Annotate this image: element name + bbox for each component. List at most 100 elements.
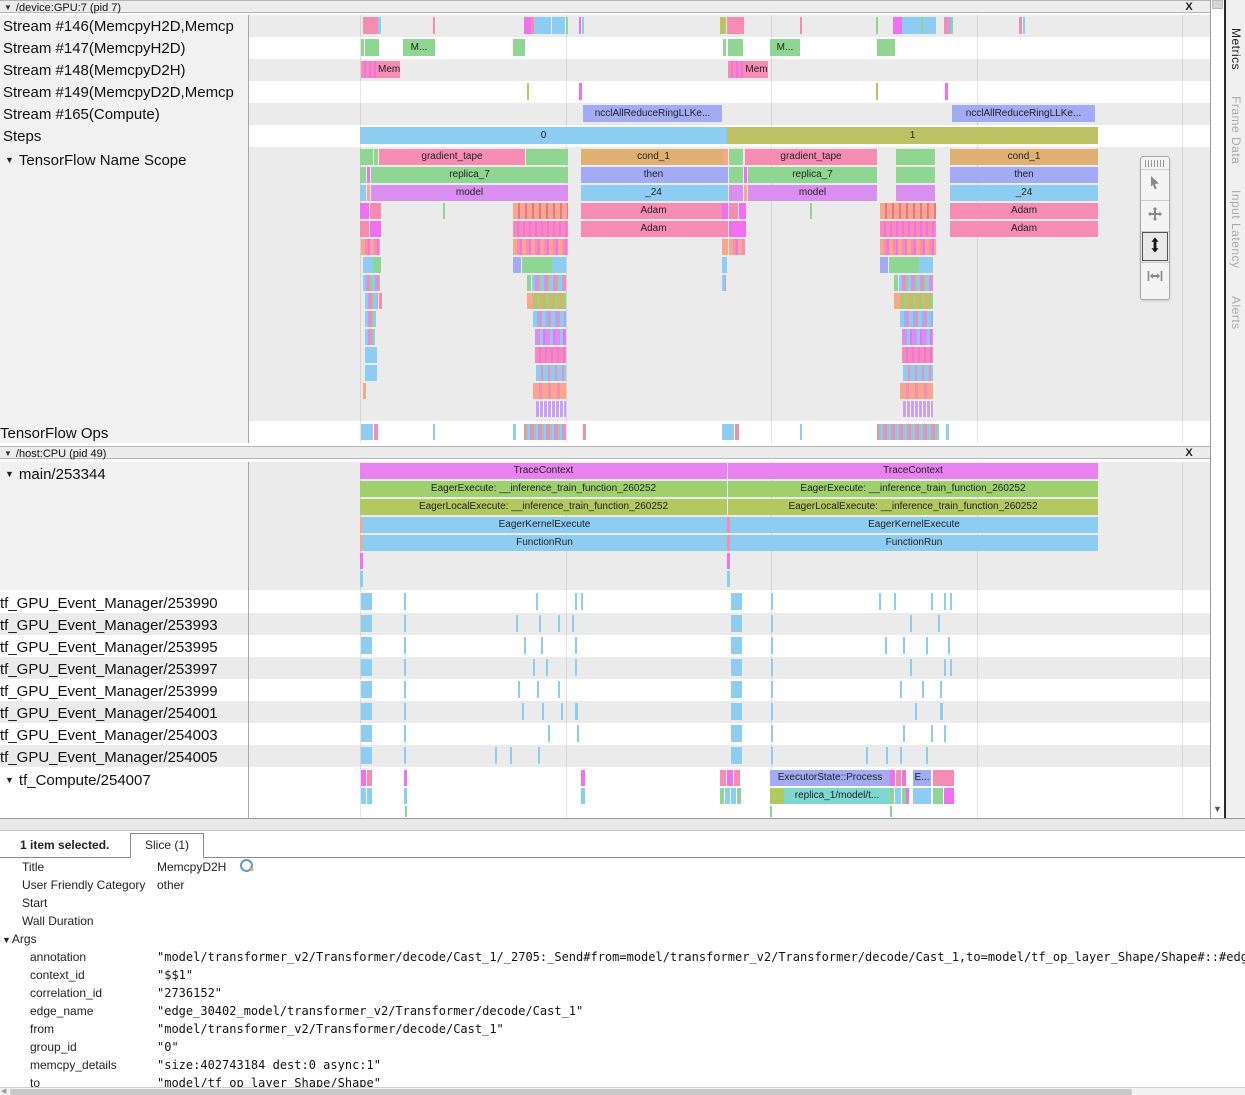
trace-event[interactable] bbox=[722, 257, 727, 274]
trace-event[interactable]: Adam bbox=[950, 221, 1098, 238]
trace-event[interactable] bbox=[723, 167, 728, 184]
trace-event[interactable] bbox=[729, 203, 738, 220]
trace-event[interactable]: gradient_tape bbox=[745, 149, 877, 166]
trace-event[interactable] bbox=[361, 681, 372, 698]
trace-event[interactable] bbox=[723, 39, 726, 56]
trace-event[interactable] bbox=[771, 615, 773, 632]
trace-event[interactable] bbox=[893, 17, 902, 34]
trace-event[interactable] bbox=[895, 788, 901, 805]
trace-event[interactable] bbox=[581, 788, 585, 805]
trace-event[interactable] bbox=[880, 239, 936, 256]
trace-event[interactable] bbox=[770, 788, 784, 805]
trace-event[interactable]: cond_1 bbox=[581, 149, 726, 166]
trace-event[interactable] bbox=[944, 725, 946, 742]
selection-tool-button[interactable] bbox=[1141, 169, 1169, 200]
trace-event[interactable] bbox=[360, 221, 369, 238]
trace-event[interactable] bbox=[537, 681, 539, 698]
trace-event[interactable] bbox=[365, 329, 375, 346]
trace-event[interactable] bbox=[370, 221, 381, 238]
trace-event[interactable] bbox=[923, 17, 936, 34]
trace-event[interactable] bbox=[367, 788, 372, 805]
tab-slice[interactable]: Slice (1) bbox=[130, 833, 204, 858]
trace-event[interactable]: 1 bbox=[727, 127, 1098, 144]
trace-event[interactable] bbox=[877, 39, 895, 56]
trace-event[interactable]: TraceContext bbox=[360, 463, 727, 480]
trace-event[interactable]: Adam bbox=[581, 221, 726, 238]
trace-event[interactable] bbox=[729, 185, 743, 202]
trace-event[interactable] bbox=[552, 17, 565, 34]
trace-event[interactable] bbox=[900, 383, 933, 400]
trace-event[interactable] bbox=[582, 17, 584, 34]
trace-event[interactable]: Mem bbox=[378, 61, 400, 78]
trace-event[interactable] bbox=[896, 149, 935, 166]
trace-event[interactable] bbox=[365, 39, 379, 56]
trace-event[interactable] bbox=[404, 615, 406, 632]
trace-event[interactable]: cond_1 bbox=[950, 149, 1098, 166]
horizontal-scrollbar[interactable]: ◀ bbox=[0, 1087, 1245, 1095]
trace-event[interactable]: model bbox=[748, 185, 877, 202]
trace-event[interactable]: E... bbox=[913, 770, 931, 787]
trace-event[interactable] bbox=[722, 203, 728, 220]
trace-event[interactable] bbox=[926, 747, 928, 764]
trace-event[interactable] bbox=[926, 637, 928, 654]
trace-event[interactable] bbox=[899, 275, 933, 292]
trace-event[interactable] bbox=[915, 703, 917, 720]
trace-event[interactable] bbox=[524, 637, 526, 654]
trace-event[interactable] bbox=[910, 615, 912, 632]
trace-event[interactable]: EagerLocalExecute: __inference_train_fun… bbox=[728, 499, 1098, 516]
trace-event[interactable] bbox=[906, 788, 909, 805]
trace-event[interactable] bbox=[575, 659, 577, 676]
trace-event[interactable]: EagerKernelExecute bbox=[730, 517, 1098, 534]
trace-event[interactable] bbox=[546, 659, 548, 676]
trace-event[interactable] bbox=[404, 681, 406, 698]
trace-event[interactable] bbox=[902, 770, 906, 787]
trace-event[interactable] bbox=[533, 311, 566, 328]
trace-event[interactable] bbox=[404, 659, 406, 676]
trace-event[interactable] bbox=[524, 17, 531, 34]
trace-event[interactable] bbox=[1023, 17, 1025, 34]
trace-event[interactable] bbox=[896, 167, 935, 184]
trace-event[interactable] bbox=[771, 637, 773, 654]
trace-event[interactable] bbox=[771, 747, 773, 764]
trace-event[interactable] bbox=[536, 365, 566, 382]
trace-event[interactable] bbox=[361, 593, 372, 610]
trace-event[interactable] bbox=[510, 747, 512, 764]
trace-event[interactable]: Adam bbox=[950, 203, 1098, 220]
trace-event[interactable] bbox=[744, 185, 747, 202]
trace-event[interactable] bbox=[361, 239, 380, 256]
trace-event[interactable] bbox=[731, 593, 742, 610]
trace-event[interactable] bbox=[404, 770, 407, 787]
trace-event[interactable] bbox=[583, 424, 586, 440]
trace-event[interactable] bbox=[800, 424, 802, 440]
trace-event[interactable] bbox=[581, 770, 585, 787]
trace-event[interactable] bbox=[404, 703, 406, 720]
trace-event[interactable] bbox=[771, 659, 773, 676]
trace-event[interactable] bbox=[946, 424, 949, 440]
trace-event[interactable] bbox=[903, 725, 905, 742]
group-label-tf-name-scope[interactable]: ▼TensorFlow Name Scope bbox=[5, 152, 187, 169]
trace-event[interactable] bbox=[513, 39, 525, 56]
trace-event[interactable] bbox=[363, 275, 380, 292]
trace-event[interactable]: ExecutorState::Process bbox=[770, 770, 890, 787]
trace-event[interactable] bbox=[361, 424, 373, 440]
trace-event[interactable] bbox=[367, 167, 370, 184]
trace-event[interactable] bbox=[931, 725, 933, 742]
trace-event[interactable] bbox=[723, 149, 728, 166]
trace-event[interactable] bbox=[532, 275, 566, 292]
args-section-header[interactable]: ▼Args bbox=[0, 930, 1245, 948]
trace-event[interactable] bbox=[566, 17, 568, 34]
trace-event[interactable] bbox=[886, 747, 888, 764]
trace-event[interactable] bbox=[527, 83, 529, 100]
trace-event[interactable] bbox=[527, 275, 531, 292]
trace-event[interactable] bbox=[370, 203, 381, 220]
trace-event[interactable] bbox=[552, 257, 566, 274]
trace-event[interactable] bbox=[538, 747, 540, 764]
trace-event[interactable] bbox=[575, 637, 577, 654]
trace-event[interactable] bbox=[365, 311, 376, 328]
trace-event[interactable] bbox=[363, 257, 373, 274]
trace-event[interactable] bbox=[890, 806, 892, 818]
trace-event[interactable] bbox=[579, 83, 582, 100]
trace-event[interactable] bbox=[361, 747, 372, 764]
trace-event[interactable] bbox=[579, 17, 581, 34]
trace-event[interactable] bbox=[495, 747, 497, 764]
